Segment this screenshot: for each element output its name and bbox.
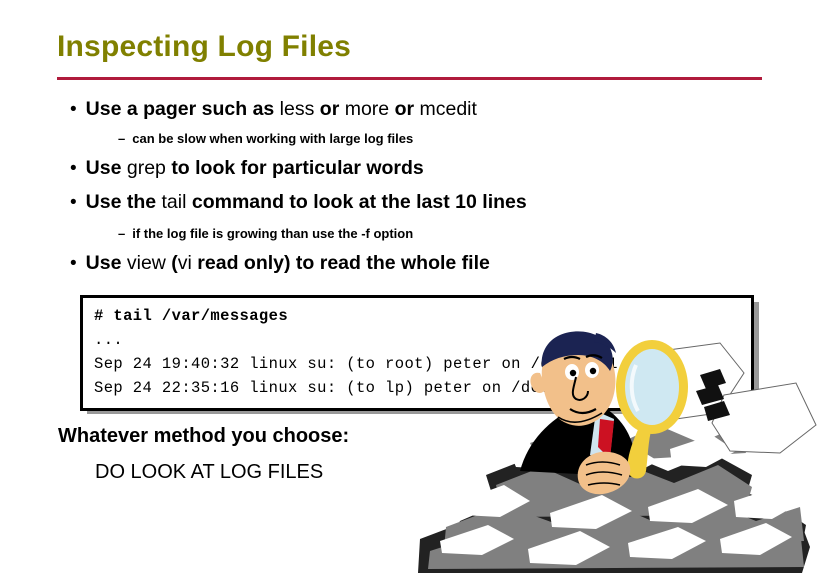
bullet-marker-icon: • [70,99,77,120]
bullet-2-seg-0: Use [85,157,127,179]
bullet-1-seg-4: more [344,98,395,120]
bullet-1-seg-6: mcedit [419,98,477,120]
bullet-item-2: • Use grep to look for particular words [70,157,424,180]
bullet-1-seg-1: as [252,98,280,120]
bullet-item-1: • Use a pager such as less or more or mc… [70,98,477,121]
bullet-item-3-text: Use the tail command to look at the last… [85,191,527,214]
title-divider [57,77,762,80]
dash-marker-icon: – [118,226,126,241]
code-line: # tail /var/messages [94,307,289,325]
bullet-3-seg-1: tail [161,191,192,213]
sub-bullet-item-1-text: can be slow when working with large log … [132,131,414,146]
bullet-2-seg-2: to look for particular words [171,157,424,179]
dash-marker-icon: – [118,131,126,146]
sub-bullet-item-2-text: if the log file is growing than use the … [132,226,414,241]
bullet-4-seg-3: vi [177,252,198,274]
bullet-2-seg-1: grep [126,157,172,179]
page-title: Inspecting Log Files [57,30,352,63]
bullet-marker-icon: • [70,158,77,179]
bullet-item-4: • Use view (vi read only) to read the wh… [70,252,490,275]
bullet-1-seg-0: Use a pager such [85,98,253,120]
closing-line-1: Whatever method you choose: [58,425,350,447]
code-line: Sep 24 22:35:16 linux su: (to lp) peter … [94,379,599,397]
code-box: # tail /var/messages ... Sep 24 19:40:32… [80,295,754,411]
code-line: Sep 24 19:40:32 linux su: (to root) pete… [94,355,618,373]
bullet-3-seg-0: Use the [85,191,162,213]
bullet-marker-icon: • [70,253,77,274]
bullet-4-seg-4: read only) to read the whole file [197,252,490,274]
bullet-4-seg-1: view [126,252,172,274]
sub-bullet-item-2: – if the log file is growing than use th… [118,226,413,241]
bullet-4-seg-0: Use [85,252,127,274]
bullet-item-1-text: Use a pager such as less or more or mced… [85,98,477,121]
bullet-1-seg-5: or [394,98,420,120]
bullet-item-4-text: Use view (vi read only) to read the whol… [85,252,490,275]
closing-line-2: DO LOOK AT LOG FILES [95,461,324,483]
sub-bullet-item-1: – can be slow when working with large lo… [118,131,413,146]
bullet-item-2-text: Use grep to look for particular words [85,157,424,180]
bullet-3-seg-2: command to look at the last 10 lines [191,191,527,213]
bullet-1-seg-3: or [319,98,345,120]
bullet-marker-icon: • [70,192,77,213]
bullet-1-seg-2: less [279,98,320,120]
code-line: ... [94,331,124,349]
bullet-item-3: • Use the tail command to look at the la… [70,191,527,214]
